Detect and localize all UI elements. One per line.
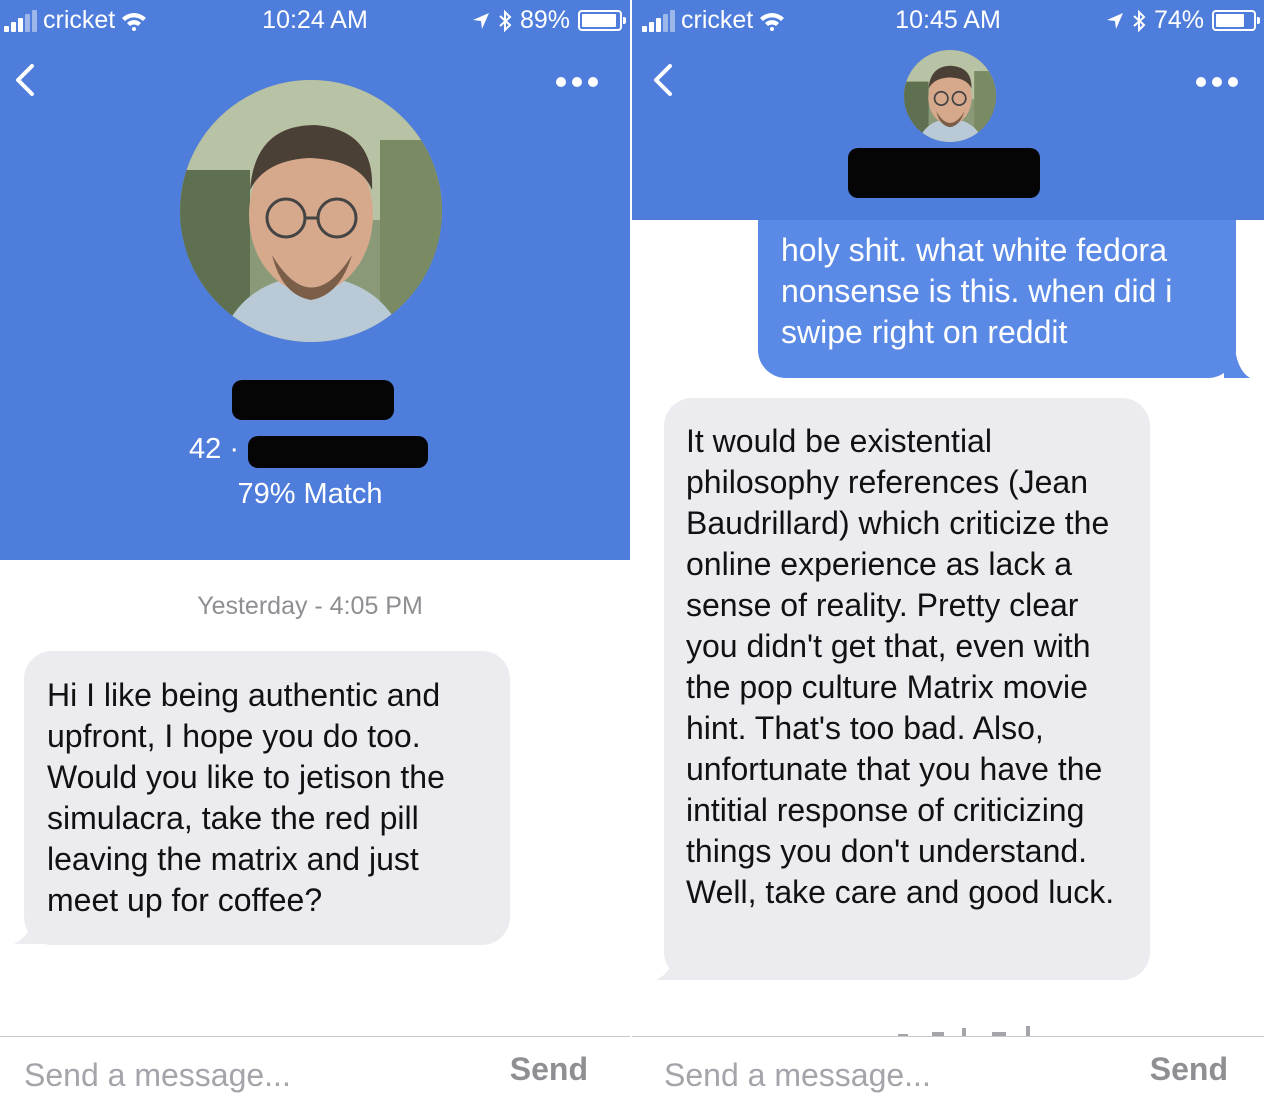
profile-header: cricket 10:24 AM 89% 42 · 79% Match xyxy=(0,0,630,560)
received-message-bubble[interactable]: Hi I like being authentic and upfront, I… xyxy=(24,651,510,945)
battery-fill xyxy=(1216,14,1244,27)
status-right-group: 89% xyxy=(472,6,626,35)
redacted-location xyxy=(248,436,428,468)
message-input[interactable] xyxy=(24,1053,464,1097)
location-arrow-icon xyxy=(472,12,489,29)
avatar-photo xyxy=(904,50,996,142)
status-right-group: 74% xyxy=(1106,6,1260,35)
message-composer: Send xyxy=(0,1036,630,1112)
chat-screen: cricket 10:45 AM 74% holy shit. what whi… xyxy=(632,0,1264,1112)
send-button[interactable]: Send xyxy=(510,1051,588,1088)
profile-age: 42 · xyxy=(189,433,239,465)
bubble-tail xyxy=(1224,340,1250,378)
ellipsis-icon xyxy=(1196,77,1206,87)
message-composer: Send xyxy=(632,1036,1264,1112)
chevron-left-icon xyxy=(16,64,34,96)
location-arrow-icon xyxy=(1106,12,1123,29)
more-options-button[interactable] xyxy=(552,72,602,92)
match-percentage: 79% Match xyxy=(237,478,383,510)
battery-percent: 89% xyxy=(519,6,570,34)
chat-header: cricket 10:45 AM 74% xyxy=(632,0,1264,220)
sent-message-bubble[interactable]: holy shit. what white fedora nonsense is… xyxy=(758,220,1236,378)
back-button[interactable] xyxy=(646,60,680,100)
battery-icon xyxy=(1212,10,1260,31)
redacted-name xyxy=(848,148,1040,198)
ellipsis-icon xyxy=(556,77,566,87)
chevron-left-icon xyxy=(654,64,672,96)
profile-avatar[interactable] xyxy=(904,50,996,142)
message-text: It would be existential philosophy refer… xyxy=(686,423,1115,910)
back-button[interactable] xyxy=(8,60,42,100)
battery-icon xyxy=(578,10,626,31)
redacted-name xyxy=(232,380,394,420)
message-timestamp: Yesterday - 4:05 PM xyxy=(197,592,423,620)
profile-chat-screen: cricket 10:24 AM 89% 42 · 79% Match Yest… xyxy=(0,0,630,1112)
bluetooth-icon xyxy=(1133,9,1146,32)
battery-fill xyxy=(582,14,616,27)
message-text: Hi I like being authentic and upfront, I… xyxy=(47,677,445,918)
received-message-bubble[interactable]: It would be existential philosophy refer… xyxy=(664,398,1150,980)
status-bar: cricket 10:45 AM 74% xyxy=(632,0,1264,42)
message-text: holy shit. what white fedora nonsense is… xyxy=(781,232,1173,350)
bluetooth-icon xyxy=(499,9,512,32)
send-button[interactable]: Send xyxy=(1150,1051,1228,1088)
more-options-button[interactable] xyxy=(1192,72,1242,92)
avatar-photo xyxy=(180,80,442,342)
profile-avatar[interactable] xyxy=(180,80,442,342)
message-input[interactable] xyxy=(664,1053,1104,1097)
status-bar: cricket 10:24 AM 89% xyxy=(0,0,630,42)
battery-percent: 74% xyxy=(1153,6,1204,34)
